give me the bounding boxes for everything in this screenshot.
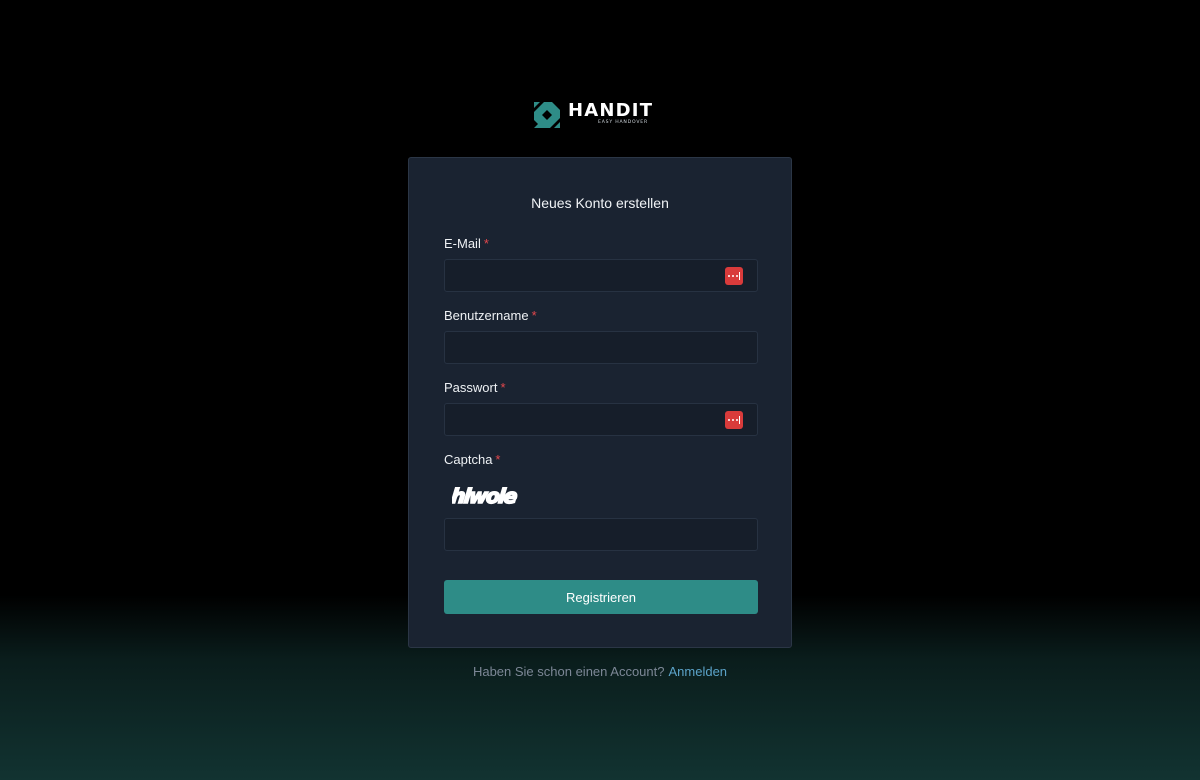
username-field-wrapper [444, 331, 758, 364]
captcha-field[interactable] [445, 519, 757, 550]
register-button[interactable]: Registrieren [444, 580, 758, 614]
captcha-label: Captcha * [444, 452, 500, 467]
brand-name: HANDIT [568, 100, 654, 121]
email-field-wrapper [444, 259, 758, 292]
brand-tagline: EASY HANDOVER [598, 120, 648, 125]
required-asterisk: * [483, 236, 489, 251]
password-label: Passwort * [444, 380, 506, 395]
captcha-image: hiwole [452, 483, 518, 509]
required-asterisk: * [531, 308, 537, 323]
password-label-text: Passwort [444, 380, 498, 395]
email-field[interactable] [445, 260, 757, 291]
login-prompt: Haben Sie schon einen Account? Anmelden [0, 664, 1200, 679]
username-label: Benutzername * [444, 308, 537, 323]
register-card: Neues Konto erstellen E-Mail * Benutzerna… [408, 157, 792, 648]
password-field-wrapper [444, 403, 758, 436]
captcha-field-wrapper [444, 518, 758, 551]
handit-logo: HANDIT EASY HANDOVER [534, 101, 664, 129]
required-asterisk: * [500, 380, 506, 395]
captcha-label-text: Captcha [444, 452, 493, 467]
email-label: E-Mail * [444, 236, 489, 251]
email-label-text: E-Mail [444, 236, 481, 251]
username-label-text: Benutzername [444, 308, 529, 323]
required-asterisk: * [495, 452, 501, 467]
login-link[interactable]: Anmelden [668, 664, 727, 679]
password-manager-icon[interactable] [725, 267, 743, 285]
login-prompt-text: Haben Sie schon einen Account? [472, 664, 665, 679]
password-field[interactable] [445, 404, 757, 435]
handit-logo-mark-icon [534, 102, 560, 128]
form-title: Neues Konto erstellen [531, 195, 669, 211]
username-field[interactable] [445, 332, 757, 363]
captcha-text: hiwole [452, 484, 518, 508]
password-manager-icon[interactable] [725, 411, 743, 429]
